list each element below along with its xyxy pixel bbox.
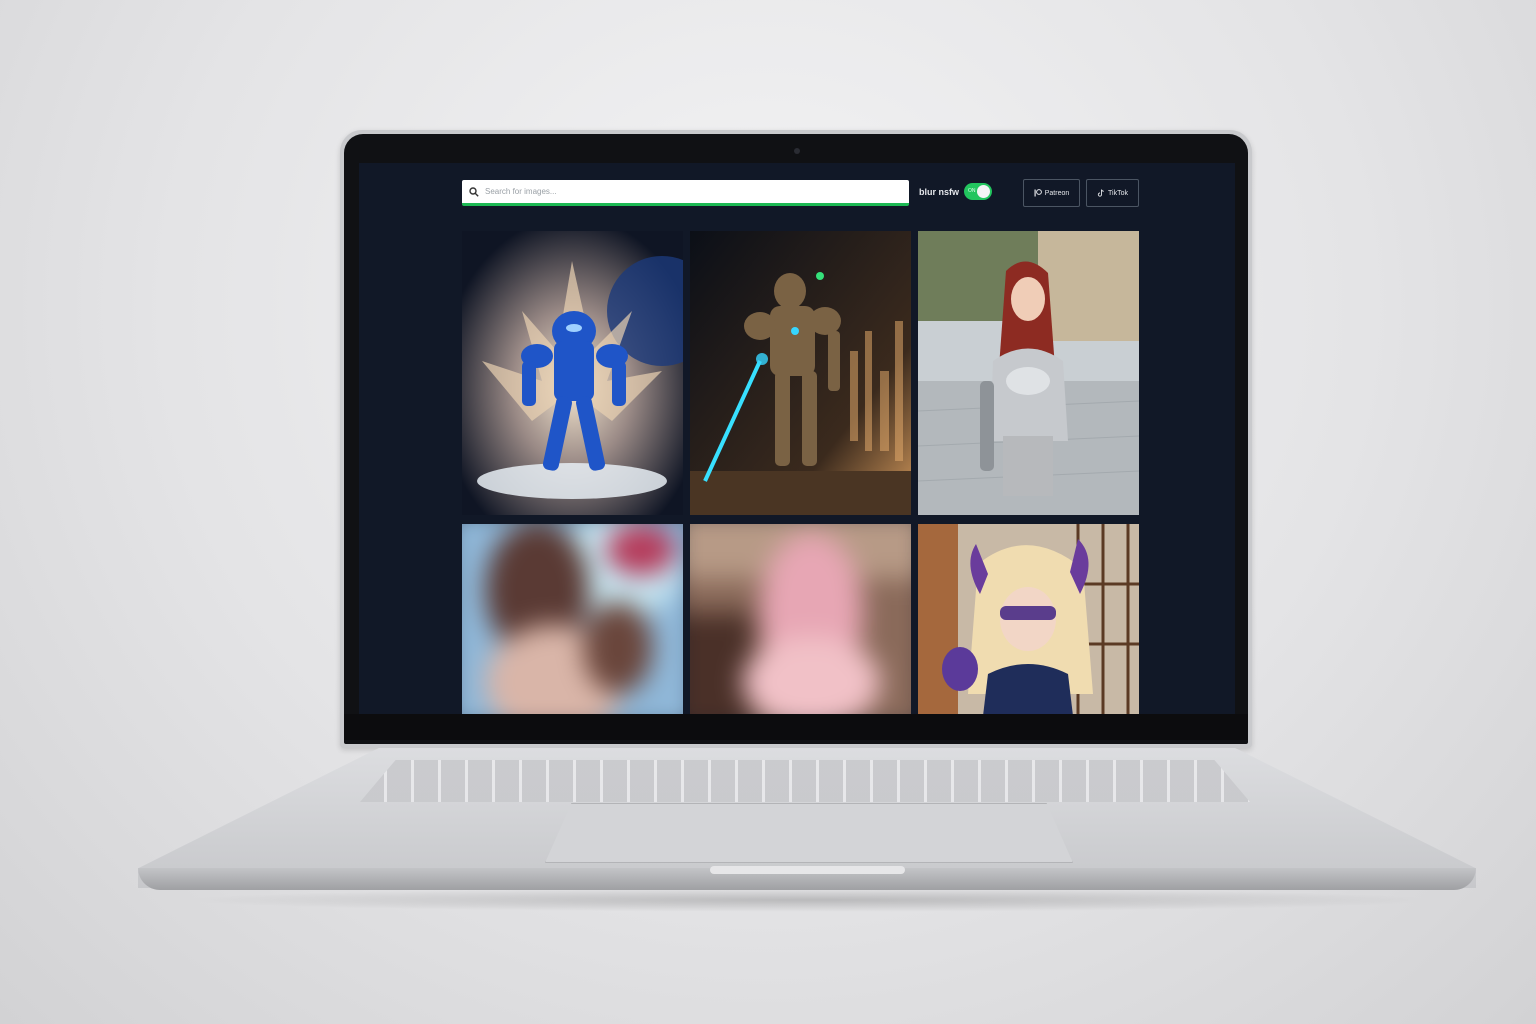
search-icon: [469, 186, 479, 197]
webcam: [794, 148, 800, 154]
screen-chin: [344, 714, 1248, 740]
switch-state-text: ON: [968, 188, 976, 194]
blur-nsfw-switch[interactable]: ON: [964, 183, 992, 200]
gallery-image[interactable]: [918, 524, 1139, 716]
gallery-image-blurred[interactable]: [462, 524, 683, 716]
gallery-image[interactable]: [690, 231, 911, 515]
search-input[interactable]: [485, 187, 885, 196]
laptop-lid: blur nsfw ON Patreon TikTok: [340, 130, 1252, 748]
patreon-label: Patreon: [1044, 189, 1070, 197]
screen-bezel: blur nsfw ON Patreon TikTok: [344, 134, 1248, 744]
keyboard: [360, 760, 1250, 802]
screen: blur nsfw ON Patreon TikTok: [359, 163, 1235, 716]
laptop-shadow: [180, 888, 1440, 912]
trackpad: [545, 803, 1073, 863]
tiktok-icon: [1097, 189, 1104, 197]
lid-notch: [710, 866, 905, 874]
switch-knob: [977, 185, 990, 198]
blur-nsfw-toggle[interactable]: blur nsfw ON: [919, 183, 992, 200]
patreon-icon: [1034, 189, 1042, 197]
tiktok-button[interactable]: TikTok: [1086, 179, 1139, 207]
search-bar[interactable]: [462, 180, 909, 206]
gallery-image-blurred[interactable]: [690, 524, 911, 716]
tiktok-label: TikTok: [1108, 189, 1128, 197]
blur-nsfw-label: blur nsfw: [919, 186, 959, 197]
patreon-button[interactable]: Patreon: [1023, 179, 1080, 207]
gallery-image[interactable]: [918, 231, 1139, 515]
gallery-image[interactable]: [462, 231, 683, 515]
